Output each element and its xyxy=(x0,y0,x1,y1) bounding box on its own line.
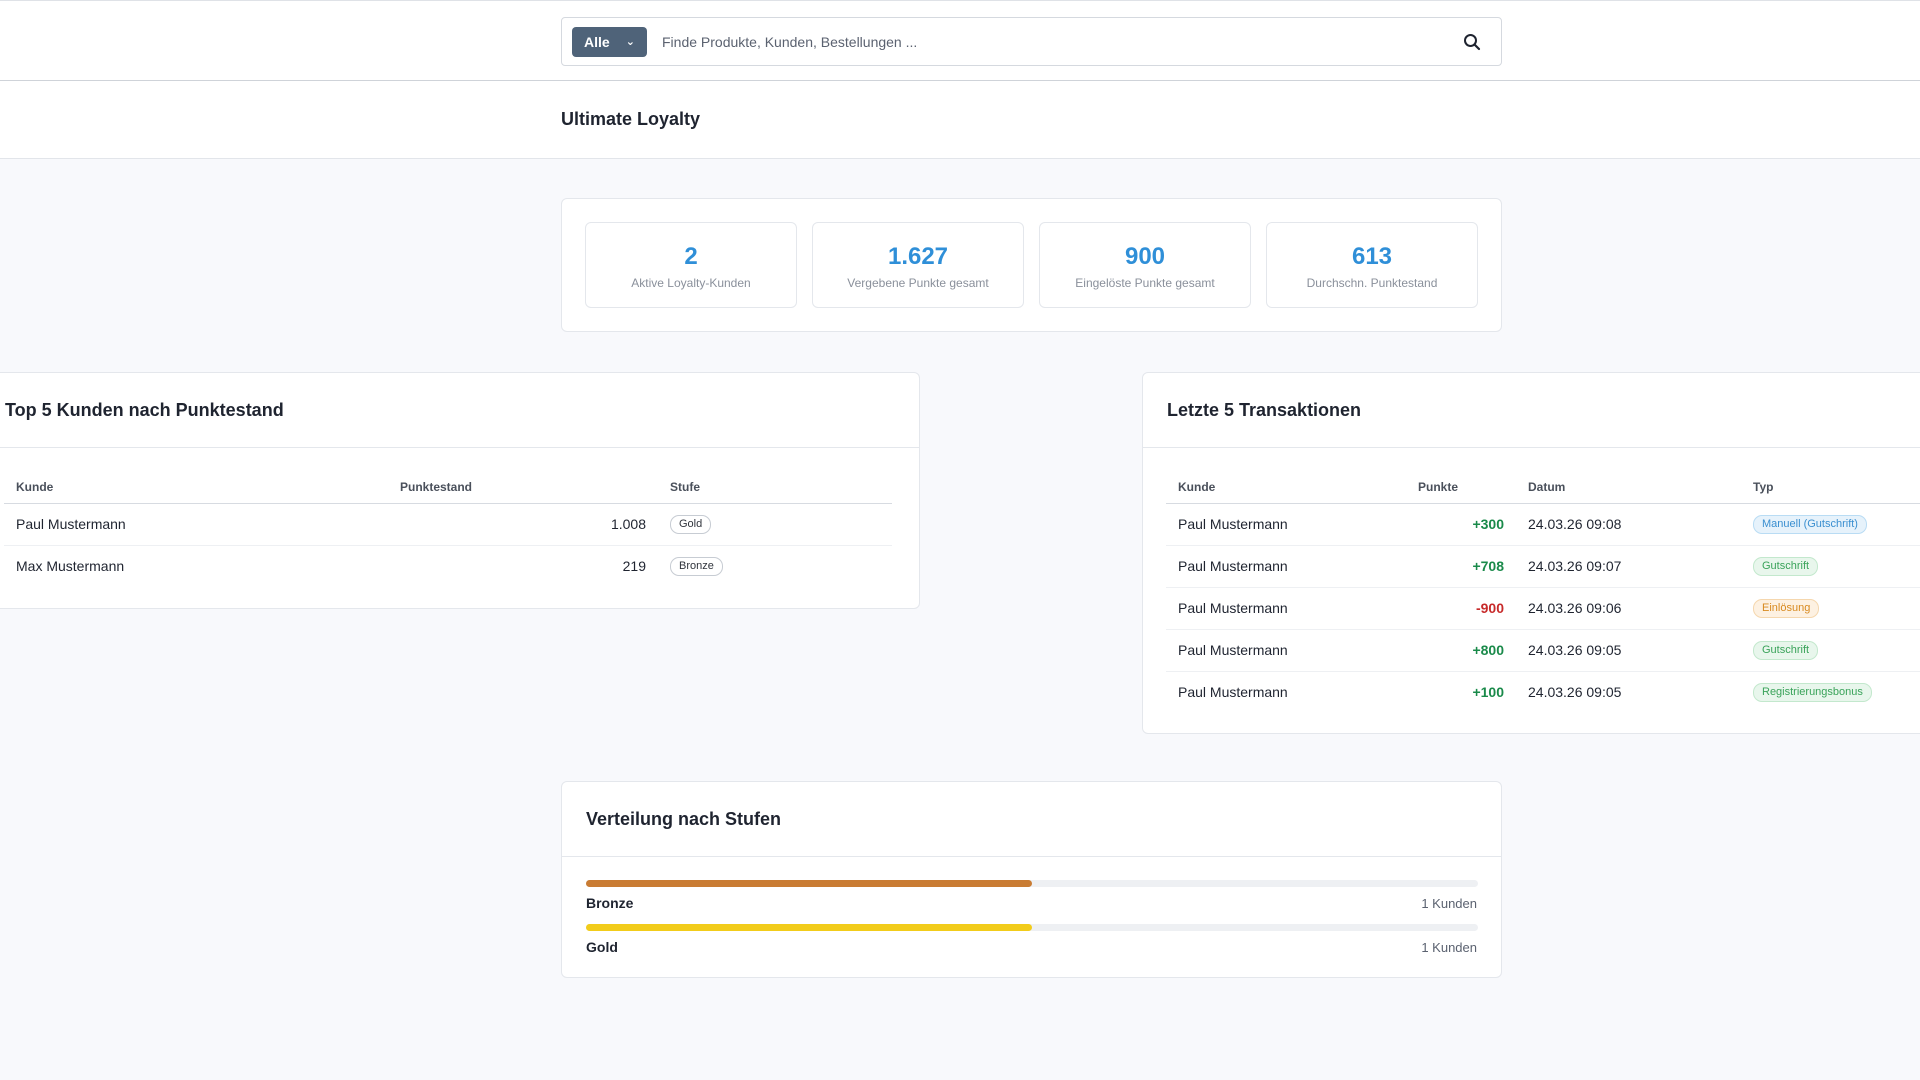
column-header: Punkte xyxy=(1406,471,1516,504)
column-header: Kunde xyxy=(4,471,388,504)
transaction-type-badge: Registrierungsbonus xyxy=(1753,683,1872,703)
tier-bar-fill xyxy=(586,880,1032,887)
type-cell: Gutschrift xyxy=(1741,545,1920,588)
top-customers-title: Top 5 Kunden nach Punktestand xyxy=(0,373,919,448)
table-row[interactable]: Paul Mustermann +300 24.03.26 09:08 Manuell… xyxy=(1166,503,1920,546)
column-header: Datum xyxy=(1516,471,1741,504)
stat-label: Aktive Loyalty-Kunden xyxy=(631,276,751,290)
search-icon[interactable] xyxy=(1463,33,1481,51)
top-bar: Alle ⌄ xyxy=(0,0,1920,81)
table-row[interactable]: Paul Mustermann +708 24.03.26 09:07 Gutschr… xyxy=(1166,545,1920,588)
stat-active-customers: 2 Aktive Loyalty-Kunden xyxy=(585,222,797,308)
transaction-date: 24.03.26 09:06 xyxy=(1516,587,1741,630)
transactions-title: Letzte 5 Transaktionen xyxy=(1143,373,1920,448)
column-header: Stufe xyxy=(658,471,892,504)
customer-name: Paul Mustermann xyxy=(1166,545,1406,588)
tier-badge: Gold xyxy=(670,515,712,534)
transactions-table: Kunde Punkte Datum Typ Paul Mustermann +3… xyxy=(1166,471,1920,713)
tier-count: 1 Kunden xyxy=(1421,896,1477,911)
tier-bar-gold xyxy=(586,924,1478,931)
points-balance: 1.008 xyxy=(388,503,658,546)
tier-label: Bronze xyxy=(586,895,634,911)
column-header: Typ xyxy=(1741,471,1920,504)
top-customers-card: Top 5 Kunden nach Punktestand Kunde Punk… xyxy=(0,372,920,609)
customer-name: Paul Mustermann xyxy=(4,503,388,546)
transaction-date: 24.03.26 09:05 xyxy=(1528,684,1622,701)
stat-value: 613 xyxy=(1351,243,1393,270)
customer-name: Paul Mustermann xyxy=(1166,503,1406,546)
customer-name: Max Mustermann xyxy=(16,558,125,575)
tier-label: Gold xyxy=(586,939,618,955)
search-scope-label: Alle xyxy=(584,34,610,50)
type-cell: Einlösung xyxy=(1741,587,1920,630)
tier-bar-fill xyxy=(586,924,1032,931)
points-delta: +100 xyxy=(1472,684,1504,701)
transaction-type-badge: Manuell (Gutschrift) xyxy=(1753,515,1867,534)
global-search: Alle ⌄ xyxy=(561,17,1502,66)
tier-bar-bronze xyxy=(586,880,1478,887)
chevron-down-icon: ⌄ xyxy=(625,36,635,48)
tier-count: 1 Kunden xyxy=(1421,940,1477,955)
distribution-card: Verteilung nach Stufen Bronze 1 Kunden G… xyxy=(561,781,1502,978)
stat-points-redeemed: 900 Eingelöste Punkte gesamt xyxy=(1039,222,1251,308)
page-title: Ultimate Loyalty xyxy=(561,109,701,129)
top-customers-table: Kunde Punktestand Stufe Paul Mustermann … xyxy=(4,471,892,587)
transaction-date: 24.03.26 09:07 xyxy=(1516,545,1741,588)
customer-name: Paul Mustermann xyxy=(1166,629,1406,672)
points-balance: 219 xyxy=(622,558,646,575)
points-delta: +300 xyxy=(1406,503,1516,546)
stat-value: 900 xyxy=(1124,243,1166,270)
transaction-type-badge: Einlösung xyxy=(1753,599,1820,618)
table-row[interactable]: Paul Mustermann +800 24.03.26 09:05 Gutschr… xyxy=(1166,629,1920,672)
tier-badge: Bronze xyxy=(670,557,723,577)
customer-name: Paul Mustermann xyxy=(1166,587,1406,630)
table-row[interactable]: Paul Mustermann +100 24.03.26 09:05 Registr… xyxy=(1166,671,1920,713)
transaction-date: 24.03.26 09:08 xyxy=(1516,503,1741,546)
transaction-type-badge: Gutschrift xyxy=(1753,641,1819,660)
stat-label: Eingelöste Punkte gesamt xyxy=(1075,276,1215,290)
stat-value: 2 xyxy=(684,243,698,270)
table-row[interactable]: Paul Mustermann -900 24.03.26 09:06 Einlösu… xyxy=(1166,587,1920,630)
type-cell: Manuell (Gutschrift) xyxy=(1741,503,1920,546)
customer-name: Paul Mustermann xyxy=(1178,684,1288,701)
search-scope-dropdown[interactable]: Alle ⌄ xyxy=(572,27,647,57)
tier-cell: Bronze xyxy=(658,545,892,587)
points-delta: +800 xyxy=(1406,629,1516,672)
points-delta: +708 xyxy=(1406,545,1516,588)
page-header: Ultimate Loyalty xyxy=(0,81,1920,159)
points-delta: -900 xyxy=(1406,587,1516,630)
stat-label: Durchschn. Punktestand xyxy=(1306,276,1438,290)
distribution-title: Verteilung nach Stufen xyxy=(562,782,1501,857)
column-header: Kunde xyxy=(1166,471,1406,504)
type-cell: Registrierungsbonus xyxy=(1741,671,1920,713)
table-row[interactable]: Max Mustermann 219 Bronze xyxy=(4,545,892,587)
column-header: Punktestand xyxy=(388,471,658,504)
type-cell: Gutschrift xyxy=(1741,629,1920,672)
stat-label: Vergebene Punkte gesamt xyxy=(847,276,989,290)
transaction-type-badge: Gutschrift xyxy=(1753,557,1819,576)
transactions-card: Letzte 5 Transaktionen Kunde Punkte Datu… xyxy=(1142,372,1920,734)
tier-cell: Gold xyxy=(658,503,892,546)
stat-value: 1.627 xyxy=(887,243,949,270)
stats-card: 2 Aktive Loyalty-Kunden 1.627 Vergebene … xyxy=(561,198,1502,332)
transaction-date: 24.03.26 09:05 xyxy=(1516,629,1741,672)
stat-points-awarded: 1.627 Vergebene Punkte gesamt xyxy=(812,222,1024,308)
stat-average-points: 613 Durchschn. Punktestand xyxy=(1266,222,1478,308)
search-input[interactable] xyxy=(662,28,1422,56)
table-row[interactable]: Paul Mustermann 1.008 Gold xyxy=(4,503,892,546)
